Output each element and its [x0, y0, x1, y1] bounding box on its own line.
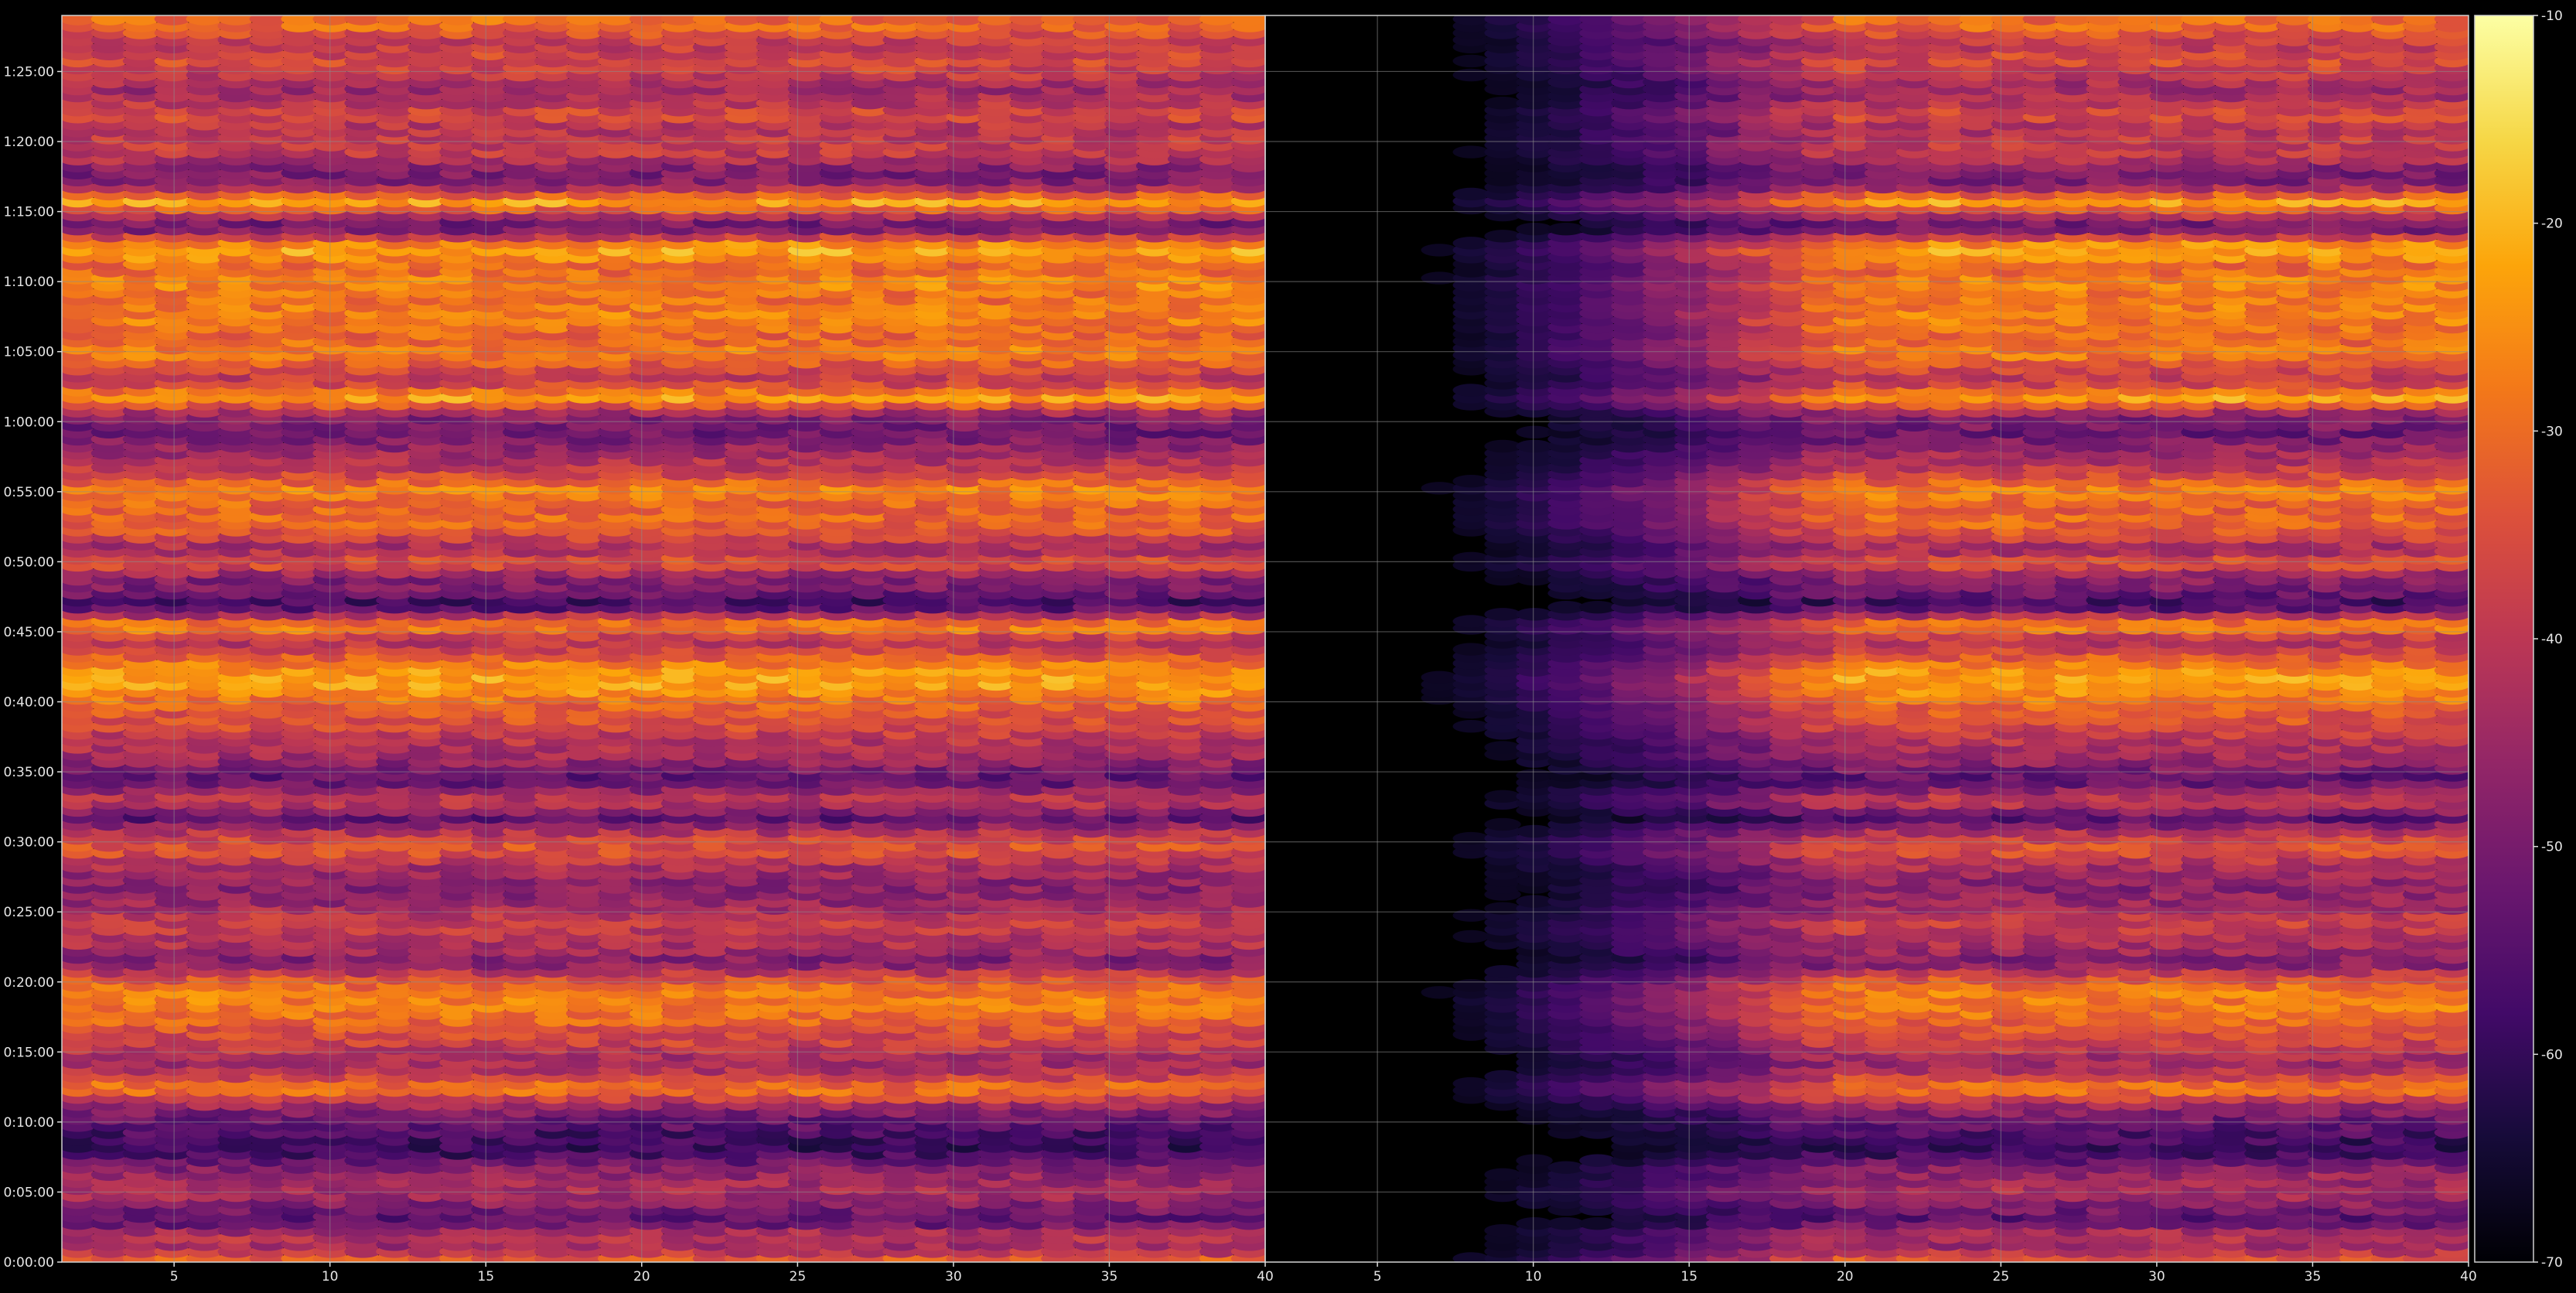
spectrogram-chart: 0:00:000:05:000:10:000:15:000:20:000:25:… — [0, 0, 2576, 1293]
